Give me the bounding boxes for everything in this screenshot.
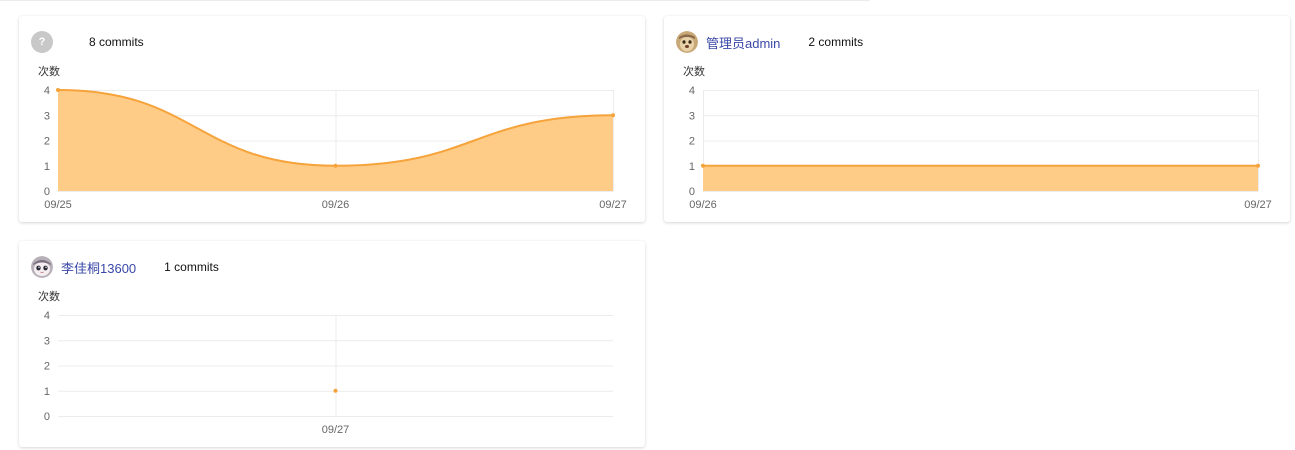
top-divider <box>0 0 870 1</box>
y-axis-label: 次数 <box>683 64 705 78</box>
y-tick-label: 3 <box>44 110 50 122</box>
y-tick-label: 2 <box>44 136 50 148</box>
x-tick-label: 09/27 <box>322 424 350 436</box>
y-tick-label: 3 <box>689 110 695 122</box>
y-tick-label: 0 <box>44 411 50 423</box>
data-point <box>333 388 338 393</box>
y-tick-label: 4 <box>44 310 50 322</box>
y-tick-label: 0 <box>44 186 50 198</box>
data-point <box>56 88 60 92</box>
series-area <box>703 165 1258 191</box>
x-tick-label: 09/26 <box>322 199 350 211</box>
data-point <box>333 163 338 168</box>
data-point <box>1256 163 1260 168</box>
y-tick-label: 2 <box>44 361 50 373</box>
x-tick-label: 09/25 <box>44 199 72 211</box>
y-tick-label: 1 <box>689 161 695 173</box>
y-tick-label: 0 <box>689 186 695 198</box>
y-axis-label: 次数 <box>38 289 60 303</box>
contributor-card: ? 8 commits 次数 0 1 2 3 4 09/25 09/26 09/27 <box>19 16 645 222</box>
contributor-card: 李佳桐13600 1 commits 次数 0 1 2 3 4 09/27 <box>19 241 645 447</box>
x-tick-label: 09/27 <box>1244 199 1272 211</box>
y-axis-label: 次数 <box>38 64 60 78</box>
commit-chart: 次数 0 1 2 3 4 09/26 09/27 <box>683 64 1272 211</box>
commit-chart: 次数 0 1 2 3 4 09/27 <box>38 289 613 436</box>
commit-chart: 次数 0 1 2 3 4 09/25 09/26 09/27 <box>38 64 627 211</box>
contributor-card: 管理员admin 2 commits 次数 0 1 2 3 4 09/26 09/27 <box>664 16 1290 222</box>
y-tick-label: 1 <box>44 386 50 398</box>
y-tick-label: 4 <box>44 85 50 97</box>
y-tick-label: 3 <box>44 335 50 347</box>
y-tick-label: 1 <box>44 161 50 173</box>
x-tick-label: 09/27 <box>599 199 627 211</box>
y-tick-label: 4 <box>689 85 695 97</box>
data-point <box>611 113 615 118</box>
x-tick-label: 09/26 <box>689 199 717 211</box>
data-point <box>701 163 705 168</box>
y-tick-label: 2 <box>689 136 695 148</box>
